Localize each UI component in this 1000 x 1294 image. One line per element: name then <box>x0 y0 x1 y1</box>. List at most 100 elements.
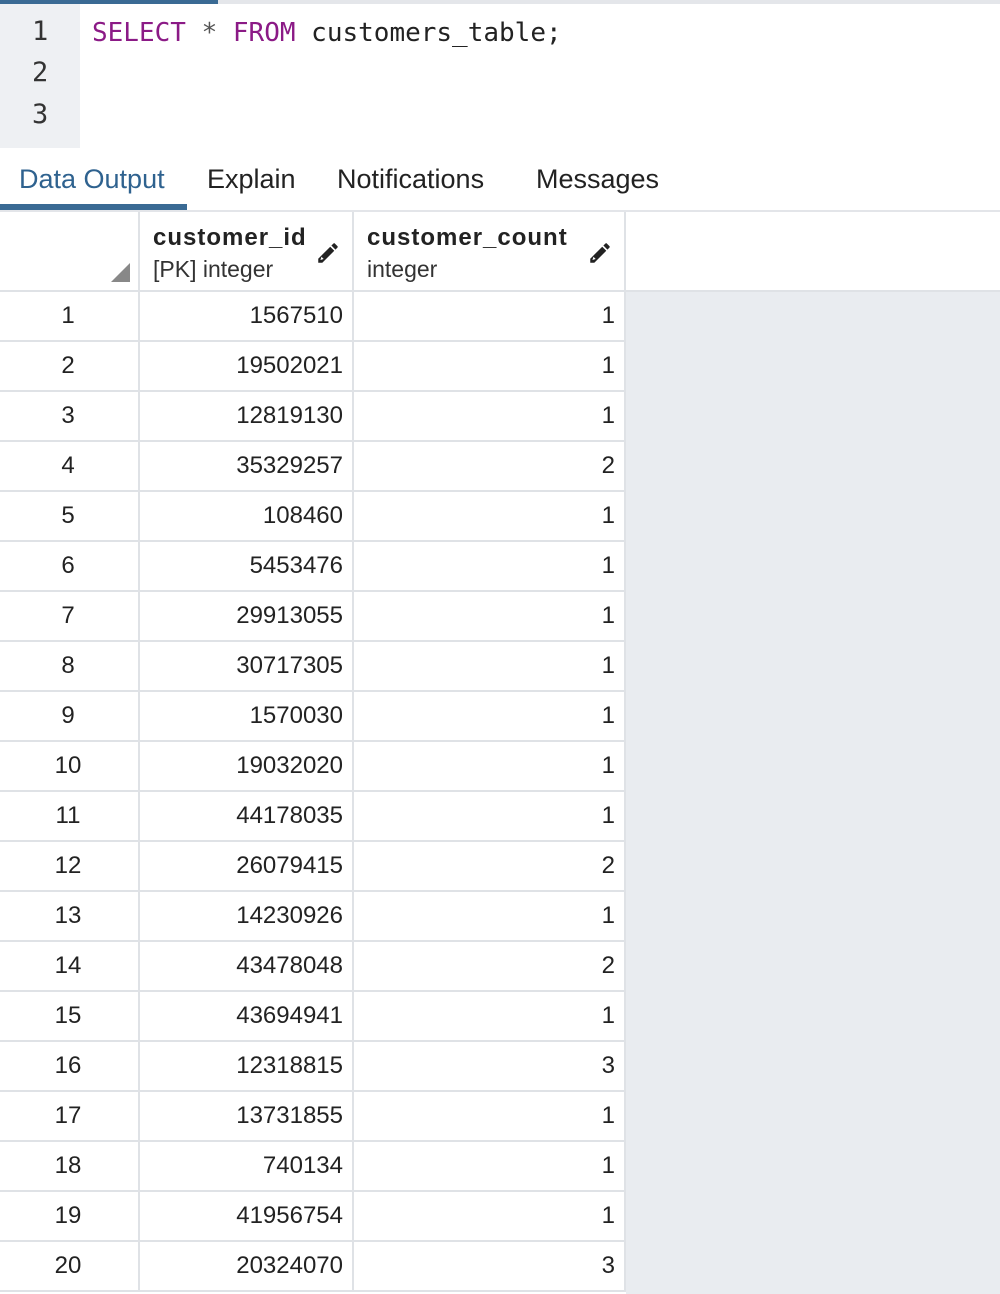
select-all-corner[interactable] <box>0 212 140 290</box>
cell-customer-id[interactable]: 740134 <box>140 1142 354 1192</box>
cell-customer-id[interactable]: 12819130 <box>140 392 354 442</box>
cell-customer-count[interactable]: 2 <box>354 842 626 892</box>
sql-keyword-from: FROM <box>232 18 296 48</box>
cell-customer-count[interactable]: 1 <box>354 342 626 392</box>
row-number[interactable]: 6 <box>0 542 140 592</box>
table-row[interactable]: 7 29913055 1 <box>0 592 626 642</box>
tab-data-output[interactable]: Data Output <box>19 148 165 210</box>
row-number[interactable]: 15 <box>0 992 140 1042</box>
row-number[interactable]: 5 <box>0 492 140 542</box>
row-number[interactable]: 10 <box>0 742 140 792</box>
table-row[interactable]: 6 5453476 1 <box>0 542 626 592</box>
cell-customer-id[interactable]: 35329257 <box>140 442 354 492</box>
active-tab-indicator <box>0 204 187 210</box>
pencil-icon[interactable] <box>315 240 341 266</box>
cell-customer-count[interactable]: 1 <box>354 1192 626 1242</box>
column-type: integer <box>367 256 438 282</box>
column-name: customer_count <box>367 224 568 251</box>
row-number[interactable]: 11 <box>0 792 140 842</box>
table-row[interactable]: 3 12819130 1 <box>0 392 626 442</box>
table-row[interactable]: 14 43478048 2 <box>0 942 626 992</box>
table-row[interactable]: 16 12318815 3 <box>0 1042 626 1092</box>
table-row[interactable]: 5 108460 1 <box>0 492 626 542</box>
table-row[interactable]: 20 20324070 3 <box>0 1242 626 1292</box>
cell-customer-count[interactable]: 1 <box>354 642 626 692</box>
tab-messages[interactable]: Messages <box>536 148 659 210</box>
cell-customer-count[interactable]: 1 <box>354 692 626 742</box>
cell-customer-id[interactable]: 5453476 <box>140 542 354 592</box>
table-row[interactable]: 17 13731855 1 <box>0 1092 626 1142</box>
cell-customer-count[interactable]: 2 <box>354 442 626 492</box>
row-number[interactable]: 13 <box>0 892 140 942</box>
cell-customer-count[interactable]: 1 <box>354 1092 626 1142</box>
table-row[interactable]: 11 44178035 1 <box>0 792 626 842</box>
row-number[interactable]: 18 <box>0 1142 140 1192</box>
cell-customer-id[interactable]: 26079415 <box>140 842 354 892</box>
column-header-customer-id[interactable]: customer_id [PK] integer <box>140 212 354 290</box>
row-number[interactable]: 12 <box>0 842 140 892</box>
row-number[interactable]: 8 <box>0 642 140 692</box>
cell-customer-id[interactable]: 14230926 <box>140 892 354 942</box>
cell-customer-id[interactable]: 19502021 <box>140 342 354 392</box>
tab-notifications[interactable]: Notifications <box>337 148 484 210</box>
cell-customer-count[interactable]: 1 <box>354 992 626 1042</box>
cell-customer-count[interactable]: 1 <box>354 1142 626 1192</box>
cell-customer-id[interactable]: 1570030 <box>140 692 354 742</box>
column-type: [PK] integer <box>153 256 274 282</box>
row-number[interactable]: 20 <box>0 1242 140 1292</box>
cell-customer-id[interactable]: 29913055 <box>140 592 354 642</box>
table-row[interactable]: 15 43694941 1 <box>0 992 626 1042</box>
column-header-customer-count[interactable]: customer_count integer <box>354 212 626 290</box>
cell-customer-count[interactable]: 2 <box>354 942 626 992</box>
pencil-icon[interactable] <box>587 240 613 266</box>
cell-customer-id[interactable]: 44178035 <box>140 792 354 842</box>
cell-customer-id[interactable]: 108460 <box>140 492 354 542</box>
cell-customer-count[interactable]: 3 <box>354 1242 626 1292</box>
cell-customer-count[interactable]: 3 <box>354 1042 626 1092</box>
cell-customer-id[interactable]: 19032020 <box>140 742 354 792</box>
cell-customer-id[interactable]: 41956754 <box>140 1192 354 1242</box>
row-number[interactable]: 3 <box>0 392 140 442</box>
table-row[interactable]: 1 1567510 1 <box>0 292 626 342</box>
cell-customer-id[interactable]: 20324070 <box>140 1242 354 1292</box>
row-number[interactable]: 17 <box>0 1092 140 1142</box>
cell-customer-count[interactable]: 1 <box>354 742 626 792</box>
cell-customer-count[interactable]: 1 <box>354 792 626 842</box>
cell-customer-count[interactable]: 1 <box>354 292 626 342</box>
row-number[interactable]: 14 <box>0 942 140 992</box>
table-row[interactable]: 2 19502021 1 <box>0 342 626 392</box>
line-number: 3 <box>32 99 49 130</box>
line-number: 1 <box>32 16 49 47</box>
table-row[interactable]: 13 14230926 1 <box>0 892 626 942</box>
cell-customer-count[interactable]: 1 <box>354 542 626 592</box>
table-row[interactable]: 10 19032020 1 <box>0 742 626 792</box>
table-row[interactable]: 8 30717305 1 <box>0 642 626 692</box>
cell-customer-id[interactable]: 13731855 <box>140 1092 354 1142</box>
query-line[interactable]: SELECT * FROM customers_table; <box>92 18 562 48</box>
cell-customer-count[interactable]: 1 <box>354 892 626 942</box>
row-number[interactable]: 2 <box>0 342 140 392</box>
table-row[interactable]: 12 26079415 2 <box>0 842 626 892</box>
table-row[interactable]: 18 740134 1 <box>0 1142 626 1192</box>
row-number[interactable]: 4 <box>0 442 140 492</box>
row-number[interactable]: 1 <box>0 292 140 342</box>
row-number[interactable]: 19 <box>0 1192 140 1242</box>
cell-customer-id[interactable]: 43694941 <box>140 992 354 1042</box>
sql-editor[interactable]: 1 2 3 SELECT * FROM customers_table; <box>0 0 1000 152</box>
row-number[interactable]: 7 <box>0 592 140 642</box>
cell-customer-count[interactable]: 1 <box>354 392 626 442</box>
row-number[interactable]: 16 <box>0 1042 140 1092</box>
table-row[interactable]: 4 35329257 2 <box>0 442 626 492</box>
tab-explain[interactable]: Explain <box>207 148 296 210</box>
cell-customer-id[interactable]: 43478048 <box>140 942 354 992</box>
table-row[interactable]: 19 41956754 1 <box>0 1192 626 1242</box>
data-output-grid: customer_id [PK] integer customer_count … <box>0 212 1000 1294</box>
cell-customer-id[interactable]: 30717305 <box>140 642 354 692</box>
cell-customer-count[interactable]: 1 <box>354 592 626 642</box>
row-number[interactable]: 9 <box>0 692 140 742</box>
cell-customer-count[interactable]: 1 <box>354 492 626 542</box>
cell-customer-id[interactable]: 1567510 <box>140 292 354 342</box>
cell-customer-id[interactable]: 12318815 <box>140 1042 354 1092</box>
table-row[interactable]: 9 1570030 1 <box>0 692 626 742</box>
line-number-gutter: 1 2 3 <box>0 4 80 148</box>
